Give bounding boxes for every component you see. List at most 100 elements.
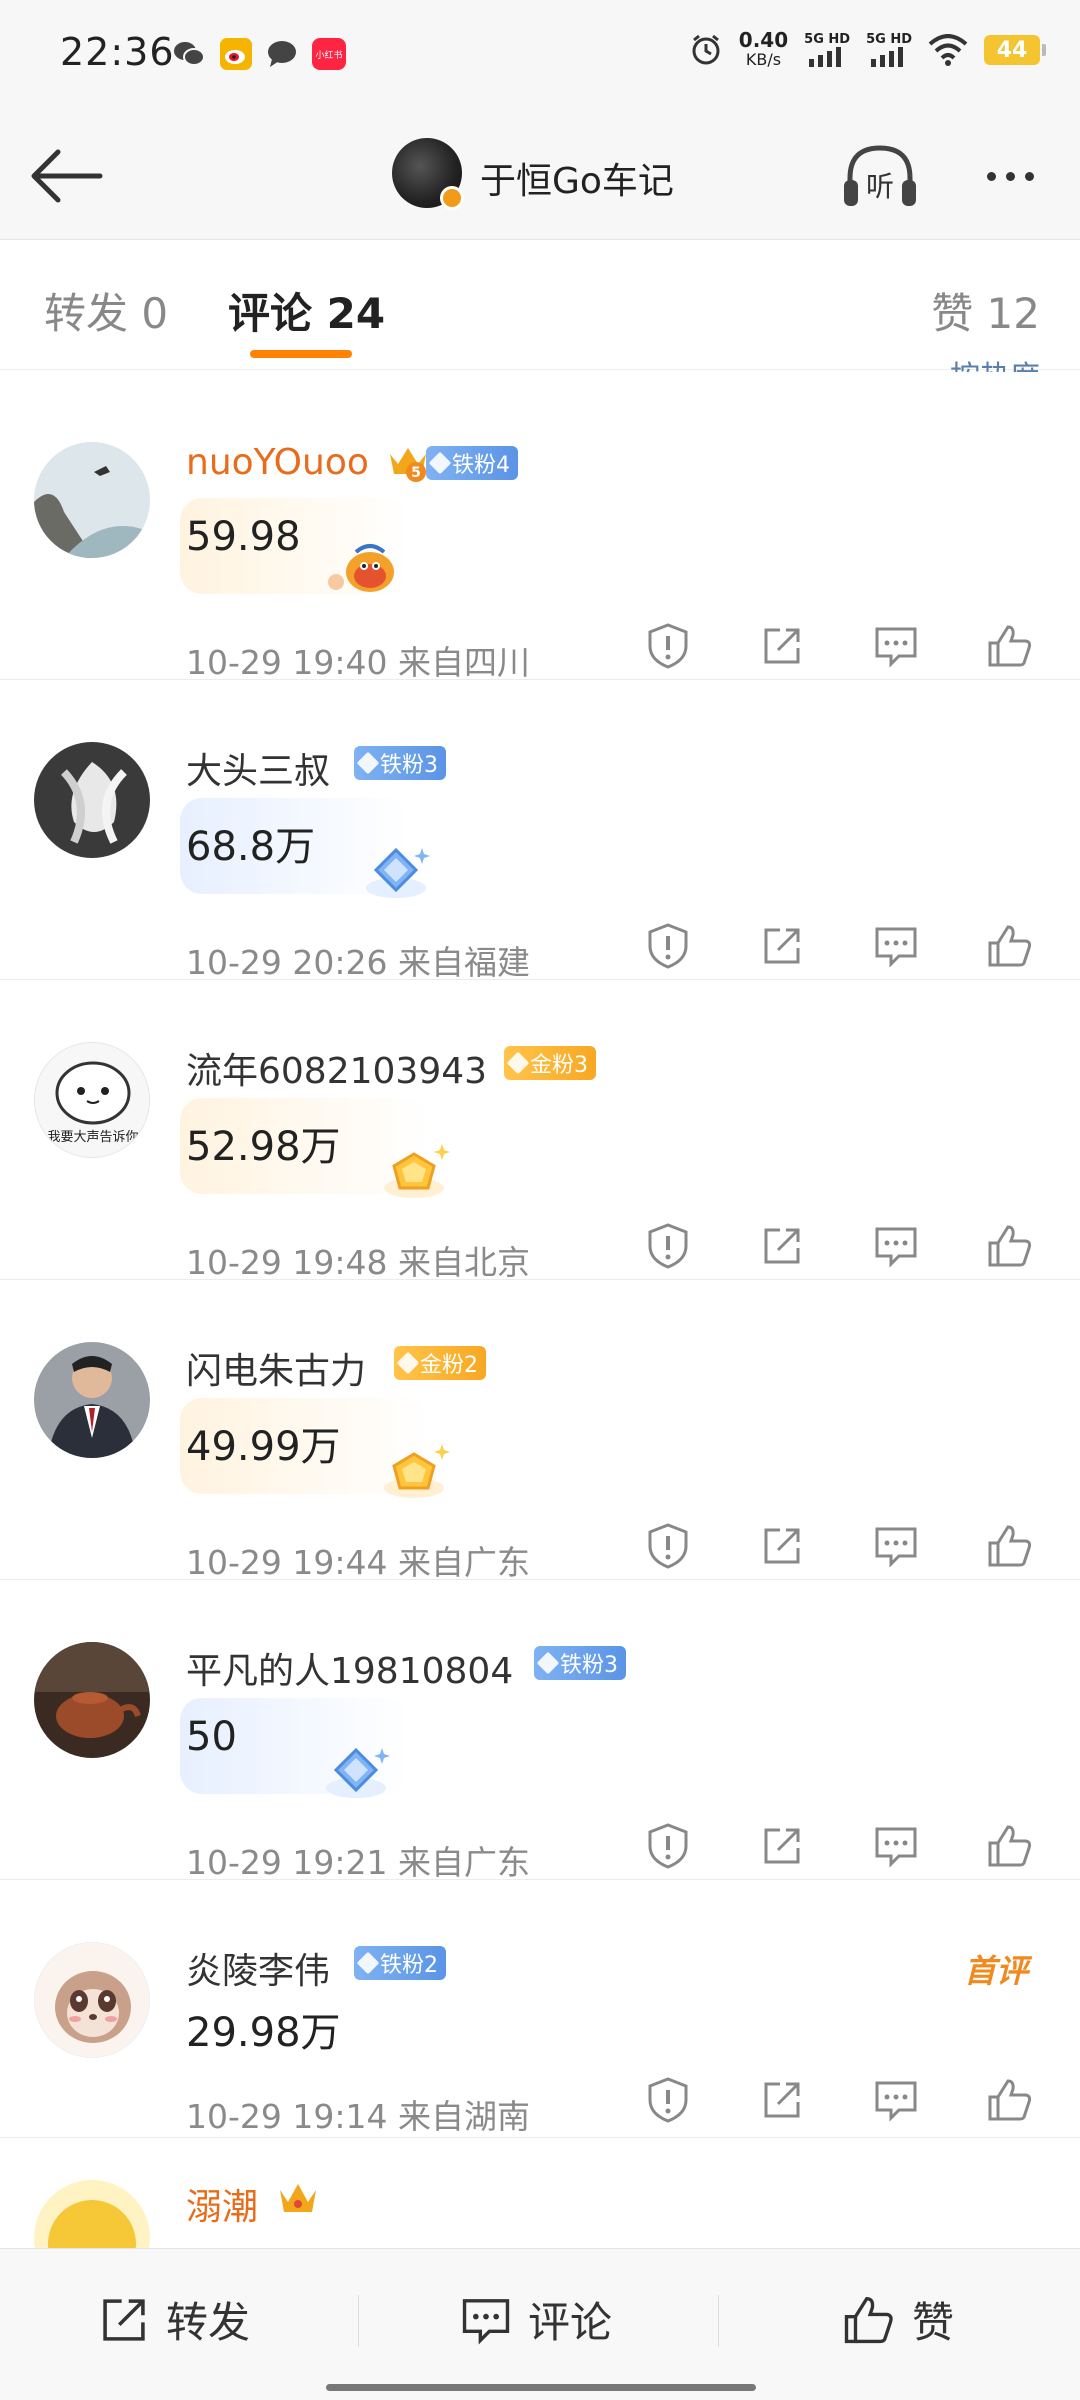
reply-button[interactable]: [866, 1816, 926, 1876]
gold-gem-sticker-icon: [384, 1444, 450, 1498]
tab-forward[interactable]: 转发 0: [44, 280, 168, 341]
fan-badge-label: 铁粉3: [560, 1653, 618, 1678]
commenter-avatar[interactable]: [34, 442, 150, 558]
fan-badge[interactable]: 铁粉3: [534, 1646, 626, 1680]
like-button[interactable]: [980, 616, 1040, 676]
report-button[interactable]: [638, 1516, 698, 1576]
reply-button[interactable]: [866, 2070, 926, 2130]
comment-icon: [875, 627, 917, 668]
back-arrow-icon: [31, 149, 103, 203]
comment-icon: [462, 2298, 510, 2344]
comment-button[interactable]: 评论: [460, 2289, 612, 2350]
share-button[interactable]: [752, 1816, 812, 1876]
divider: [718, 2295, 719, 2347]
fan-badge-label: 铁粉4: [452, 453, 510, 478]
share-icon: [764, 928, 800, 964]
commenter-avatar[interactable]: [34, 1942, 150, 2058]
thumbs-up-icon: [988, 925, 1032, 967]
status-right: 0.40 KB/s 5G HD 5G HD 44: [689, 28, 1046, 70]
report-button[interactable]: [638, 916, 698, 976]
speed-value: 0.40: [738, 28, 789, 52]
first-comment-tag: 首评: [963, 1952, 1028, 1990]
back-button[interactable]: [26, 142, 106, 210]
like-button[interactable]: [980, 1816, 1040, 1876]
thumbs-up-icon: [988, 1825, 1032, 1867]
like-button[interactable]: [980, 2070, 1040, 2130]
shield-alert-icon: [648, 1523, 688, 1569]
commenter-avatar[interactable]: [34, 1642, 150, 1758]
comment-item: 平凡的人19810804 铁粉3 50 10-29 19:21 来自广东: [0, 1580, 1080, 1882]
gold-gem-icon: [506, 1051, 530, 1075]
reply-button[interactable]: [866, 616, 926, 676]
commenter-name[interactable]: 闪电朱古力: [186, 1342, 366, 1394]
more-options-button[interactable]: [970, 146, 1050, 206]
fan-badge[interactable]: 金粉3: [504, 1046, 596, 1080]
thumbs-up-icon: [988, 2079, 1032, 2121]
headphones-icon: 听: [844, 145, 916, 206]
like-button[interactable]: [980, 916, 1040, 976]
fan-badge[interactable]: 金粉2: [394, 1346, 486, 1380]
fan-badge[interactable]: 铁粉4: [426, 446, 518, 480]
share-button[interactable]: [752, 1216, 812, 1276]
fan-badge[interactable]: 铁粉3: [354, 746, 446, 780]
reply-button[interactable]: [866, 1516, 926, 1576]
diamond-icon: [428, 451, 452, 475]
commenter-avatar[interactable]: [34, 1342, 150, 1458]
shield-alert-icon: [648, 1223, 688, 1269]
commenter-name[interactable]: 大头三叔: [186, 742, 330, 794]
report-button[interactable]: [638, 616, 698, 676]
reply-button[interactable]: [866, 916, 926, 976]
like-button[interactable]: [980, 1216, 1040, 1276]
blue-diamond-sticker-icon: [326, 1747, 390, 1798]
forward-button[interactable]: 转发: [98, 2289, 250, 2350]
more-dot-icon: [1024, 171, 1034, 181]
signal-bars-icon: [809, 47, 842, 67]
share-button[interactable]: [752, 616, 812, 676]
diamond-icon: [536, 1651, 560, 1675]
listen-label: 听: [866, 170, 894, 203]
share-button[interactable]: [752, 916, 812, 976]
comment-icon: [875, 2081, 917, 2122]
fan-badge-label: 金粉2: [420, 1353, 478, 1378]
page-title[interactable]: 于恒Go车记: [480, 152, 674, 204]
share-icon: [764, 1528, 800, 1564]
comment-meta: 10-29 19:48 来自北京: [186, 1243, 530, 1282]
commenter-name[interactable]: nuoYOuoo: [186, 442, 369, 483]
report-button[interactable]: [638, 1816, 698, 1876]
battery-indicator: 44: [984, 35, 1046, 65]
sort-by-hot-link[interactable]: 按热度: [950, 352, 1040, 372]
comment-text: 52.98万: [186, 1124, 341, 1170]
more-dot-icon: [986, 171, 996, 181]
home-indicator[interactable]: [326, 2384, 756, 2391]
diamond-icon: [356, 1951, 380, 1975]
share-button[interactable]: [752, 2070, 812, 2130]
commenter-avatar[interactable]: [34, 742, 150, 858]
reply-button[interactable]: [866, 1216, 926, 1276]
commenter-avatar[interactable]: 我要大声告诉你: [34, 1042, 150, 1158]
comment-text: 59.98: [186, 514, 301, 560]
report-button[interactable]: [638, 1216, 698, 1276]
commenter-name[interactable]: 炎陵李伟: [186, 1942, 330, 1994]
commenter-name[interactable]: 平凡的人19810804: [186, 1642, 513, 1694]
comment-list: nuoYOuoo 5 铁粉4 59.98 10-29 19:40 来自四川 大头…: [0, 380, 1080, 2296]
shield-alert-icon: [648, 923, 688, 969]
crown-icon: [280, 2184, 316, 2212]
comment-meta: 10-29 20:26 来自福建: [186, 943, 530, 982]
share-button[interactable]: [752, 1516, 812, 1576]
listen-button[interactable]: 听: [840, 140, 920, 214]
commenter-name[interactable]: 溺潮: [186, 2178, 258, 2230]
commenter-name[interactable]: 流年6082103943: [186, 1042, 487, 1094]
nav-header: 于恒Go车记 听: [0, 112, 1080, 240]
tab-comment[interactable]: 评论 24: [228, 280, 385, 341]
like-label: 赞: [912, 2298, 955, 2347]
tab-like[interactable]: 赞 12: [931, 280, 1040, 341]
gold-gem-sticker-icon: [384, 1144, 450, 1198]
report-button[interactable]: [638, 2070, 698, 2130]
comment-text: 50: [186, 1714, 237, 1760]
like-post-button[interactable]: 赞: [842, 2289, 954, 2350]
comment-icon: [875, 1527, 917, 1568]
like-button[interactable]: [980, 1516, 1040, 1576]
comment-item: 闪电朱古力 金粉2 49.99万 10-29 19:44 来自广东: [0, 1280, 1080, 1582]
fan-badge[interactable]: 铁粉2: [354, 1946, 446, 1980]
signal-bars-icon: [871, 47, 904, 67]
